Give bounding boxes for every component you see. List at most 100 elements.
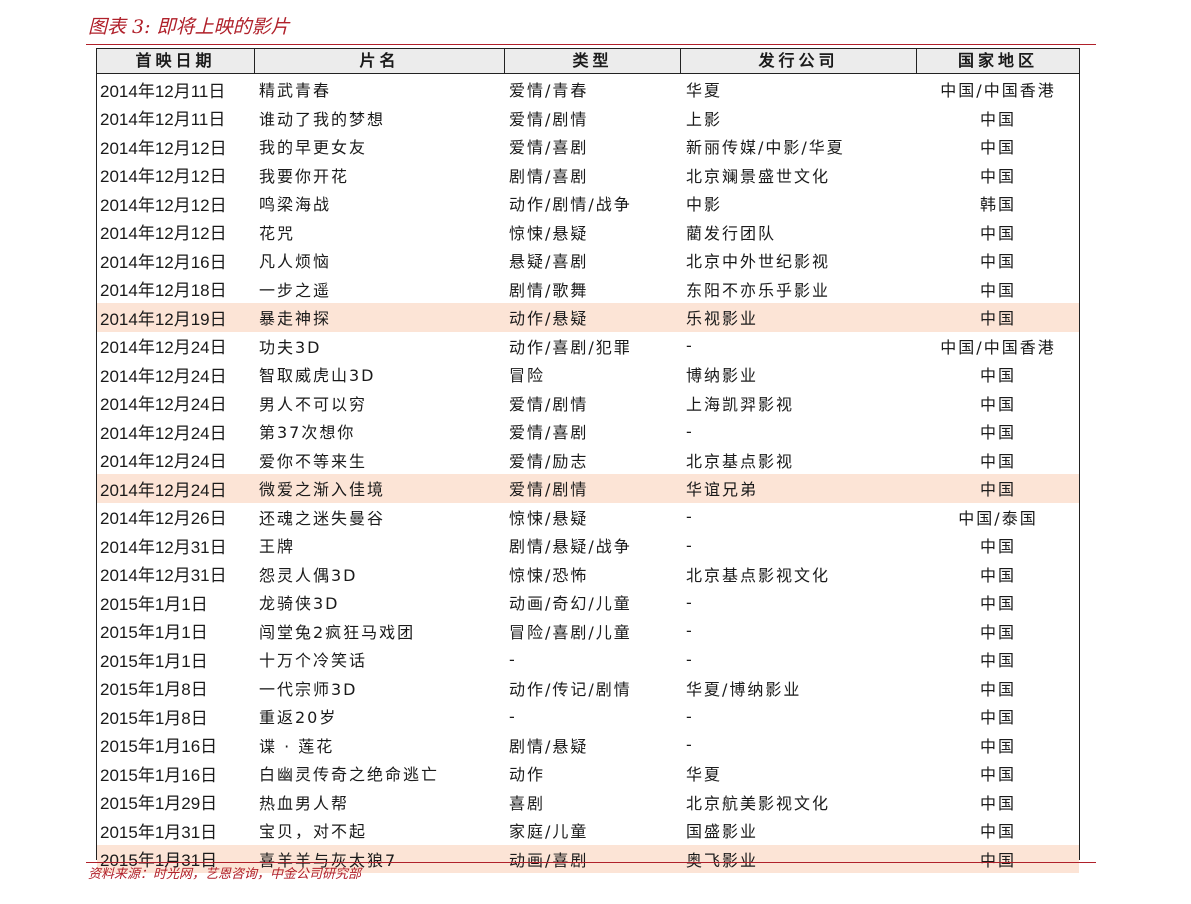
cell-country: 中国 xyxy=(979,309,1016,329)
cell-title: 智取威虎山3D xyxy=(259,366,376,386)
cell-genre: 剧情/喜剧 xyxy=(509,166,589,186)
table-row: 2014年12月11日 精武青春 爱情/青春 华夏 中国/中国香港 xyxy=(97,75,1079,104)
cell-country: 中国 xyxy=(979,594,1016,614)
cell-distributor: - xyxy=(686,649,694,669)
cell-title: 怨灵人偶3D xyxy=(259,565,358,585)
cell-release-date: 2014年12月11日 xyxy=(100,110,226,130)
cell-distributor: - xyxy=(686,535,694,555)
cell-country: 中国 xyxy=(979,394,1016,414)
header-release-date: 首映日期 xyxy=(97,49,255,73)
cell-release-date: 2014年12月31日 xyxy=(100,566,227,586)
cell-country: 中国 xyxy=(979,366,1016,386)
cell-distributor: 乐视影业 xyxy=(686,309,759,329)
cell-distributor: 华谊兄弟 xyxy=(686,480,759,500)
cell-genre: 动作/传记/剧情 xyxy=(509,679,632,699)
cell-country: 中国/中国香港 xyxy=(940,337,1056,357)
cell-release-date: 2014年12月12日 xyxy=(100,167,227,187)
cell-genre: 冒险/喜剧/儿童 xyxy=(509,622,632,642)
cell-genre: 爱情/剧情 xyxy=(509,109,589,129)
table-row: 2014年12月24日 第37次想你 爱情/喜剧 - 中国 xyxy=(97,417,1079,446)
cell-distributor: - xyxy=(686,421,694,441)
cell-genre: 爱情/剧情 xyxy=(509,480,589,500)
table-row: 2015年1月8日 一代宗师3D 动作/传记/剧情 华夏/博纳影业 中国 xyxy=(97,674,1079,703)
cell-release-date: 2014年12月24日 xyxy=(100,338,227,358)
cell-genre: 剧情/歌舞 xyxy=(509,280,589,300)
cell-release-date: 2014年12月18日 xyxy=(100,281,227,301)
cell-distributor: 华夏 xyxy=(686,81,723,101)
cell-release-date: 2014年12月24日 xyxy=(100,423,227,443)
cell-release-date: 2014年12月19日 xyxy=(100,309,227,329)
table-row: 2014年12月24日 智取威虎山3D 冒险 博纳影业 中国 xyxy=(97,360,1079,389)
cell-distributor: 上影 xyxy=(686,109,723,129)
cell-title: 热血男人帮 xyxy=(259,793,350,813)
table-header: 首映日期 片名 类型 发行公司 国家地区 xyxy=(97,49,1079,74)
cell-distributor: 华夏 xyxy=(686,765,723,785)
table-row: 2014年12月18日 一步之遥 剧情/歌舞 东阳不亦乐乎影业 中国 xyxy=(97,275,1079,304)
cell-genre: 爱情/励志 xyxy=(509,451,589,471)
cell-release-date: 2014年12月24日 xyxy=(100,395,227,415)
cell-country: 中国 xyxy=(979,423,1016,443)
header-genre: 类型 xyxy=(505,49,681,73)
cell-genre: 爱情/青春 xyxy=(509,81,589,101)
cell-country: 中国 xyxy=(979,252,1016,272)
cell-title: 谍 · 莲花 xyxy=(259,736,335,756)
cell-genre: 喜剧 xyxy=(509,793,546,813)
table-row: 2014年12月12日 花咒 惊悚/悬疑 藺发行团队 中国 xyxy=(97,218,1079,247)
cell-distributor: 北京斓景盛世文化 xyxy=(686,166,831,186)
cell-distributor: 东阳不亦乐乎影业 xyxy=(686,280,831,300)
cell-distributor: 新丽传媒/中影/华夏 xyxy=(686,138,845,158)
cell-country: 中国 xyxy=(979,736,1016,756)
cell-release-date: 2014年12月12日 xyxy=(100,138,227,158)
cell-title: 男人不可以穷 xyxy=(259,394,368,414)
cell-country: 中国 xyxy=(979,793,1016,813)
cell-release-date: 2014年12月16日 xyxy=(100,252,227,272)
cell-country: 中国 xyxy=(979,708,1016,728)
cell-distributor: - xyxy=(686,507,694,527)
cell-country: 中国 xyxy=(979,480,1016,500)
cell-release-date: 2014年12月24日 xyxy=(100,452,227,472)
cell-country: 韩国 xyxy=(979,195,1016,215)
cell-distributor: 北京航美影视文化 xyxy=(686,793,831,813)
cell-title: 鸣梁海战 xyxy=(259,195,332,215)
cell-country: 中国 xyxy=(979,109,1016,129)
source-note: 资料来源：时光网，艺恩咨询，中金公司研究部 xyxy=(88,867,362,882)
header-distributor: 发行公司 xyxy=(681,49,917,73)
cell-release-date: 2014年12月24日 xyxy=(100,366,227,386)
cell-title: 我要你开花 xyxy=(259,166,350,186)
source-divider xyxy=(86,862,1096,863)
cell-release-date: 2015年1月8日 xyxy=(100,708,208,728)
table-row: 2015年1月1日 十万个冷笑话 - - 中国 xyxy=(97,645,1079,674)
table-row: 2014年12月11日 谁动了我的梦想 爱情/剧情 上影 中国 xyxy=(97,104,1079,133)
cell-genre: 家庭/儿童 xyxy=(509,822,589,842)
cell-title: 一代宗师3D xyxy=(259,679,358,699)
cell-title: 白幽灵传奇之绝命逃亡 xyxy=(259,765,440,785)
cell-title: 我的早更女友 xyxy=(259,138,368,158)
table-row: 2014年12月31日 王牌 剧情/悬疑/战争 - 中国 xyxy=(97,531,1079,560)
cell-release-date: 2015年1月16日 xyxy=(100,737,218,757)
cell-country: 中国 xyxy=(979,822,1016,842)
cell-distributor: 国盛影业 xyxy=(686,822,759,842)
cell-country: 中国 xyxy=(979,138,1016,158)
cell-country: 中国 xyxy=(979,565,1016,585)
cell-distributor: - xyxy=(686,706,694,726)
table-row: 2014年12月24日 爱你不等来生 爱情/励志 北京基点影视 中国 xyxy=(97,446,1079,475)
cell-distributor: 奥飞影业 xyxy=(686,850,759,870)
cell-title: 龙骑侠3D xyxy=(259,594,340,614)
cell-country: 中国/中国香港 xyxy=(940,81,1056,101)
cell-title: 十万个冷笑话 xyxy=(259,651,368,671)
table-row: 2014年12月31日 怨灵人偶3D 惊悚/恐怖 北京基点影视文化 中国 xyxy=(97,560,1079,589)
cell-distributor: - xyxy=(686,735,694,755)
table-row: 2014年12月24日 功夫3D 动作/喜剧/犯罪 - 中国/中国香港 xyxy=(97,332,1079,361)
cell-title: 一步之遥 xyxy=(259,280,332,300)
cell-title: 重返20岁 xyxy=(259,708,338,728)
cell-title: 功夫3D xyxy=(259,337,322,357)
cell-distributor: - xyxy=(686,336,694,356)
title-divider xyxy=(86,44,1096,45)
release-table: 首映日期 片名 类型 发行公司 国家地区 2014年12月11日 精武青春 爱情/青… xyxy=(96,48,1080,873)
cell-title: 精武青春 xyxy=(259,81,332,101)
table-row-highlighted: 2014年12月19日 暴走神探 动作/悬疑 乐视影业 中国 xyxy=(97,303,1079,332)
cell-title: 闯堂兔2疯狂马戏团 xyxy=(259,622,416,642)
cell-country: 中国 xyxy=(979,679,1016,699)
cell-distributor: 上海凯羿影视 xyxy=(686,394,795,414)
cell-distributor: 中影 xyxy=(686,195,723,215)
